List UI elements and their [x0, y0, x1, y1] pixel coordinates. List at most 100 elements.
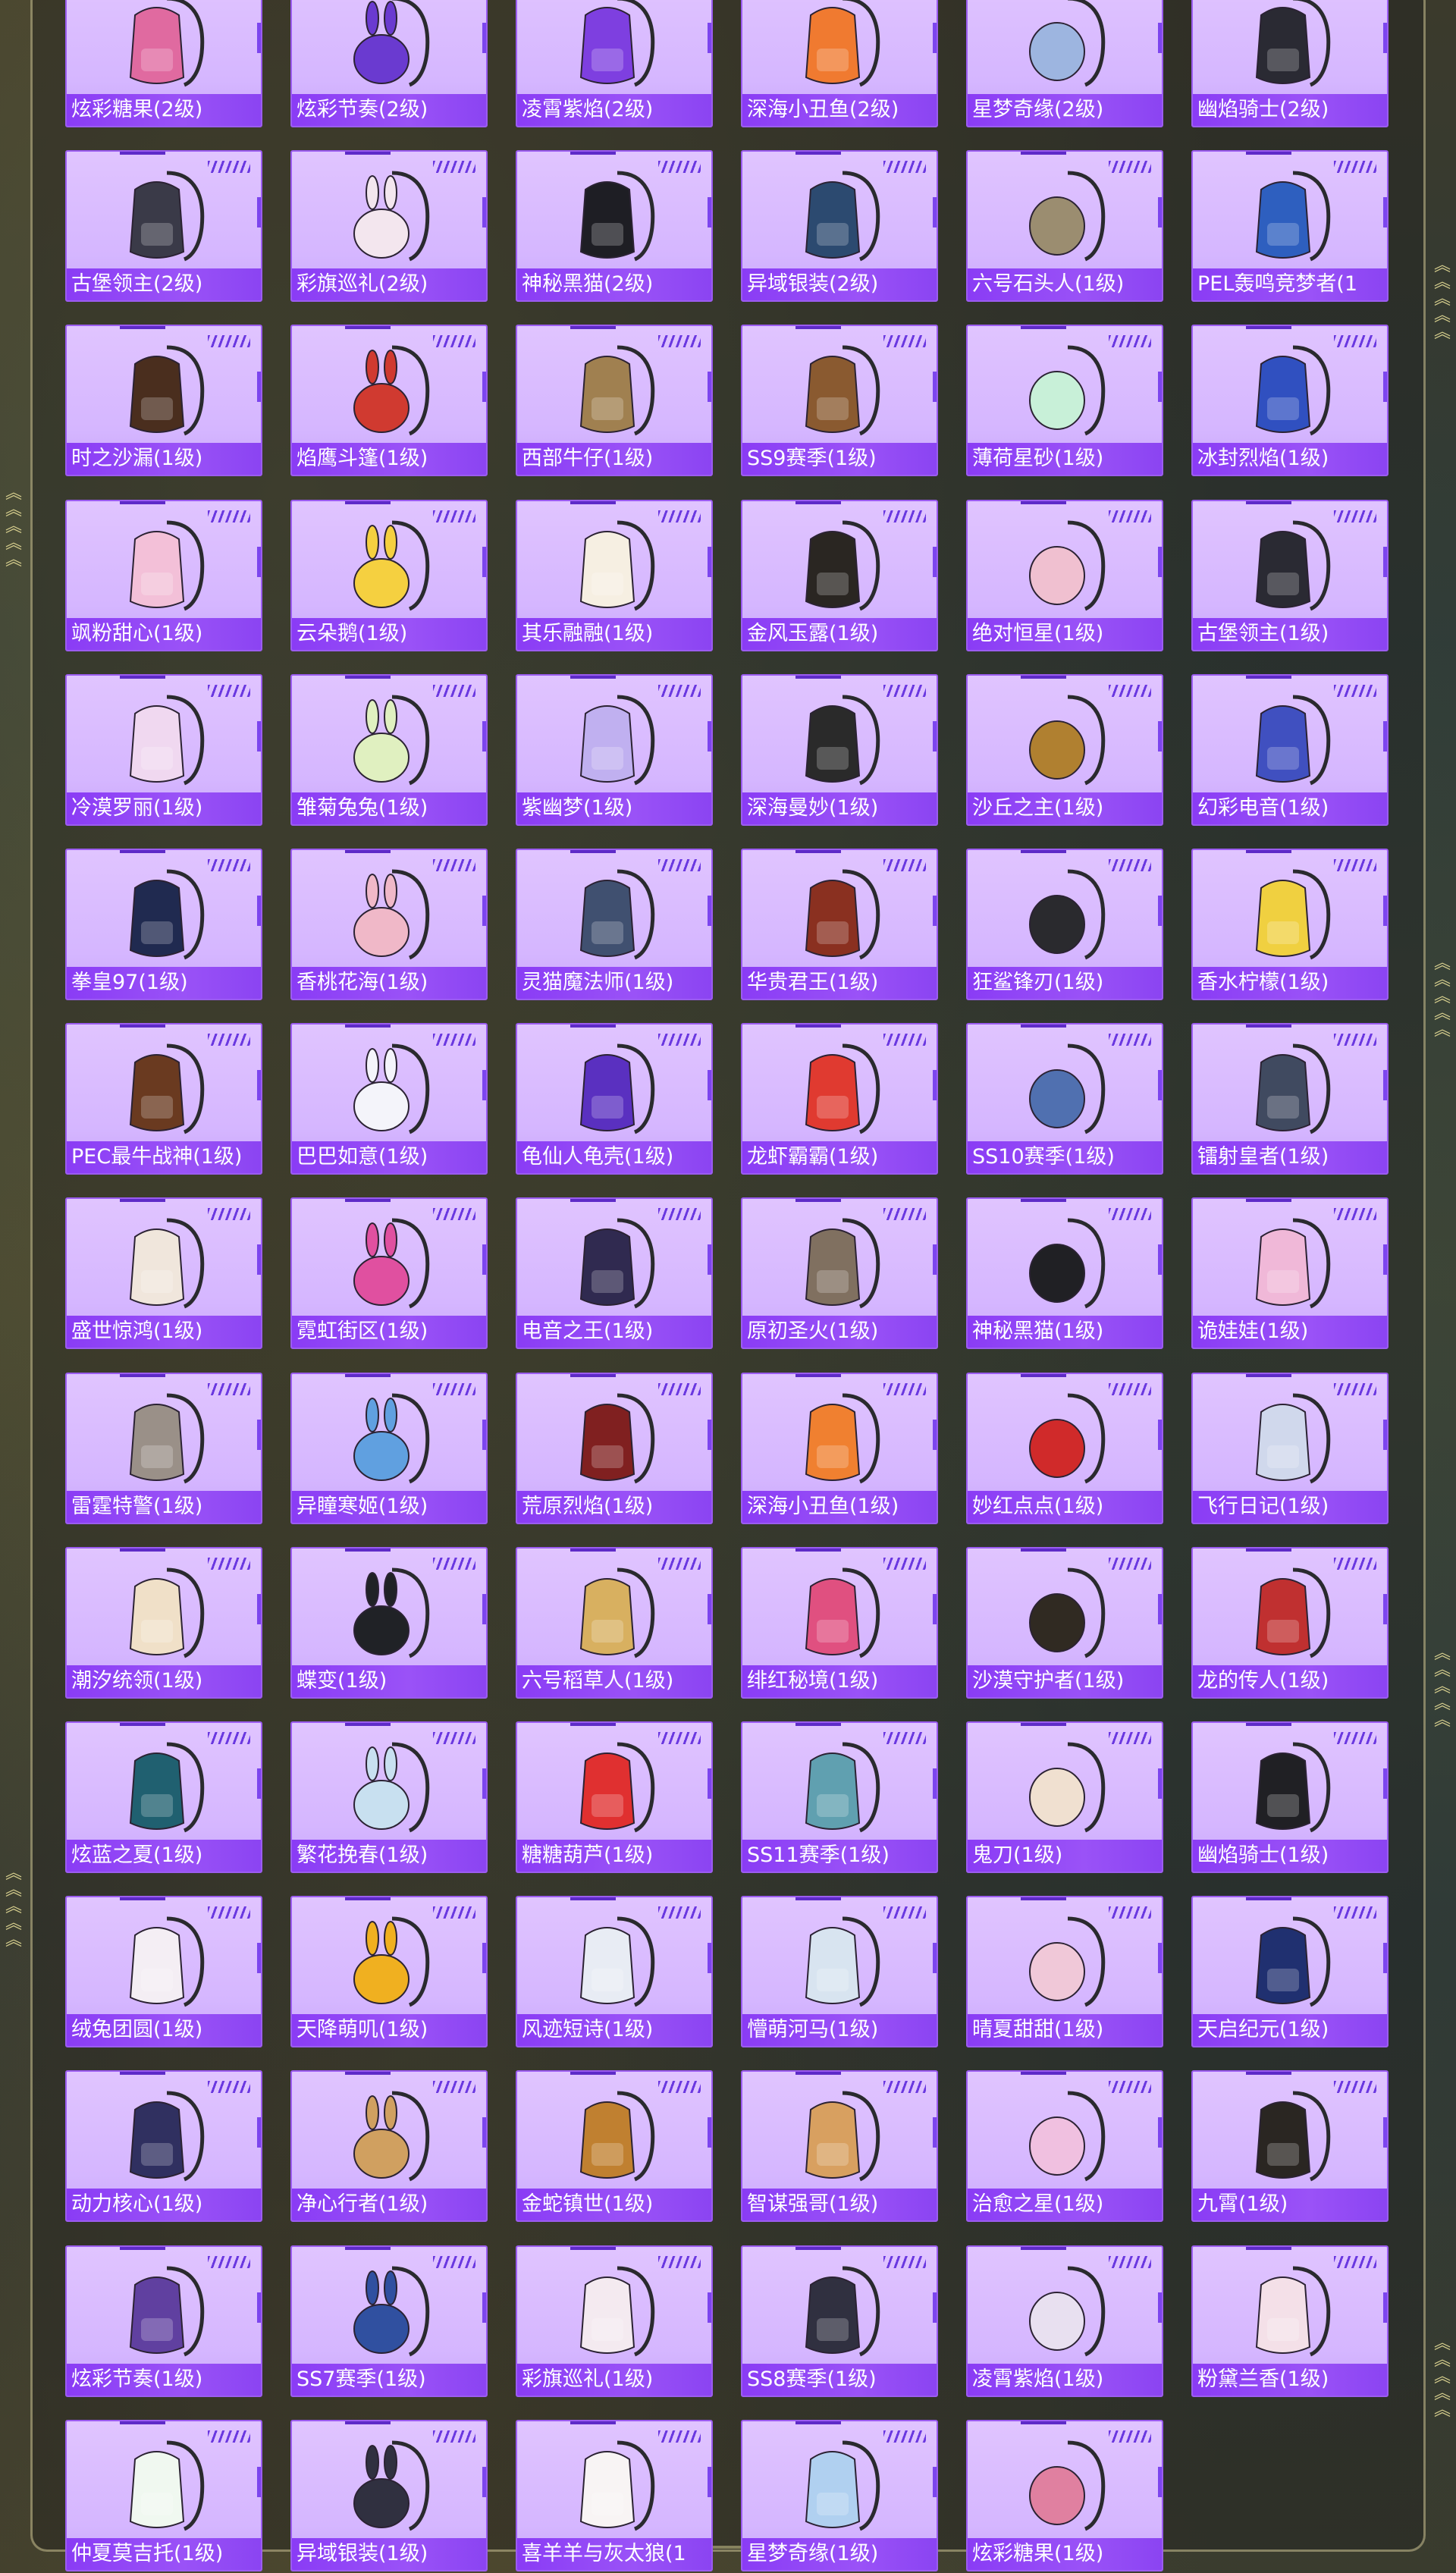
backpack-card[interactable]: SS7赛季(1级)	[290, 2245, 488, 2397]
backpack-card[interactable]: 凌霄紫焰(2级)	[516, 0, 713, 127]
backpack-card[interactable]: 晴夏甜甜(1级)	[966, 1896, 1163, 2048]
backpack-card[interactable]: 净心行者(1级)	[290, 2070, 488, 2223]
backpack-card[interactable]: 绒兔团圆(1级)	[65, 1896, 262, 2048]
backpack-card[interactable]: 深海曼妙(1级)	[741, 673, 938, 826]
backpack-card[interactable]: 金风玉露(1级)	[741, 499, 938, 651]
backpack-card[interactable]: 异域银装(2级)	[741, 150, 938, 303]
backpack-card[interactable]: 神秘黑猫(2级)	[516, 150, 713, 303]
card-side-marker	[933, 1244, 937, 1276]
backpack-card[interactable]: 妙红点点(1级)	[966, 1372, 1163, 1524]
backpack-card[interactable]: PEC最牛战神(1级)	[65, 1023, 262, 1175]
backpack-card[interactable]: 冷漠罗丽(1级)	[65, 673, 262, 826]
backpack-card[interactable]: 西部牛仔(1级)	[516, 325, 713, 477]
backpack-card[interactable]: 原初圣火(1级)	[741, 1197, 938, 1350]
backpack-card[interactable]: 薄荷星砂(1级)	[966, 325, 1163, 477]
backpack-card[interactable]: 古堡领主(2级)	[65, 150, 262, 303]
backpack-card[interactable]: 绯红秘境(1级)	[741, 1546, 938, 1699]
backpack-name: 潮汐统领(1级)	[67, 1665, 261, 1697]
card-stripe-decoration	[1109, 1557, 1151, 1570]
backpack-card[interactable]: SS8赛季(1级)	[741, 2245, 938, 2397]
backpack-card[interactable]: 冰封烈焰(1级)	[1191, 325, 1389, 477]
backpack-card[interactable]: 华贵君王(1级)	[741, 849, 938, 1000]
backpack-card[interactable]: 焰鹰斗篷(1级)	[290, 325, 488, 477]
backpack-card[interactable]: 神秘黑猫(1级)	[966, 1197, 1163, 1350]
backpack-name: 晴夏甜甜(1级)	[968, 2014, 1162, 2047]
backpack-card[interactable]: 其乐融融(1级)	[516, 499, 713, 651]
backpack-card[interactable]: 天启纪元(1级)	[1191, 1896, 1389, 2048]
backpack-card[interactable]: 潮汐统领(1级)	[65, 1546, 262, 1699]
backpack-card[interactable]: 古堡领主(1级)	[1191, 499, 1389, 651]
backpack-name: 幻彩电音(1级)	[1193, 792, 1387, 824]
backpack-card[interactable]: 鬼刀(1级)	[966, 1721, 1163, 1873]
card-side-marker	[257, 720, 261, 752]
backpack-card[interactable]: 幻彩电音(1级)	[1191, 673, 1389, 826]
backpack-card[interactable]: 镭射皇者(1级)	[1191, 1023, 1389, 1175]
backpack-card[interactable]: 龟仙人龟壳(1级)	[516, 1023, 713, 1175]
backpack-card[interactable]: 沙丘之主(1级)	[966, 673, 1163, 826]
backpack-card[interactable]: 诡娃娃(1级)	[1191, 1197, 1389, 1350]
backpack-card[interactable]: 香水柠檬(1级)	[1191, 849, 1389, 1000]
backpack-card[interactable]: 治愈之星(1级)	[966, 2070, 1163, 2223]
backpack-icon	[805, 345, 880, 436]
backpack-card[interactable]: 巴巴如意(1级)	[290, 1023, 488, 1175]
backpack-card[interactable]: 深海小丑鱼(1级)	[741, 1372, 938, 1524]
backpack-card[interactable]: 糖糖葫芦(1级)	[516, 1721, 713, 1873]
backpack-card[interactable]: 沙漠守护者(1级)	[966, 1546, 1163, 1699]
backpack-card[interactable]: 飞行日记(1级)	[1191, 1372, 1389, 1524]
backpack-card[interactable]: 拳皇97(1级)	[65, 849, 262, 1000]
backpack-card[interactable]: SS11赛季(1级)	[741, 1721, 938, 1873]
backpack-card[interactable]: 荒原烈焰(1级)	[516, 1372, 713, 1524]
backpack-card[interactable]: 繁花挽春(1级)	[290, 1721, 488, 1873]
backpack-card[interactable]: 蝶变(1级)	[290, 1546, 488, 1699]
backpack-card[interactable]: 动力核心(1级)	[65, 2070, 262, 2223]
backpack-card[interactable]: 绝对恒星(1级)	[966, 499, 1163, 651]
backpack-card[interactable]: 盛世惊鸿(1级)	[65, 1197, 262, 1350]
backpack-card[interactable]: 懵萌河马(1级)	[741, 1896, 938, 2048]
backpack-card[interactable]: 炫蓝之夏(1级)	[65, 1721, 262, 1873]
backpack-card[interactable]: 幽焰骑士(1级)	[1191, 1721, 1389, 1873]
backpack-card[interactable]: 粉黛兰香(1级)	[1191, 2245, 1389, 2397]
backpack-card[interactable]: 深海小丑鱼(2级)	[741, 0, 938, 127]
backpack-card[interactable]: 雷霆特警(1级)	[65, 1372, 262, 1524]
backpack-card[interactable]: PEL轰鸣竞梦者(1	[1191, 150, 1389, 303]
backpack-card[interactable]: SS9赛季(1级)	[741, 325, 938, 477]
backpack-card[interactable]: 雏菊兔兔(1级)	[290, 673, 488, 826]
backpack-card[interactable]: 星梦奇缘(2级)	[966, 0, 1163, 127]
backpack-card[interactable]: 龙的传人(1级)	[1191, 1546, 1389, 1699]
backpack-card[interactable]: 六号石头人(1级)	[966, 150, 1163, 303]
backpack-card[interactable]: 霓虹街区(1级)	[290, 1197, 488, 1350]
backpack-card[interactable]: 灵猫魔法师(1级)	[516, 849, 713, 1000]
backpack-card[interactable]: 炫彩节奏(2级)	[290, 0, 488, 127]
backpack-card[interactable]: 狂鲨锋刃(1级)	[966, 849, 1163, 1000]
backpack-card[interactable]: 炫彩糖果(2级)	[65, 0, 262, 127]
backpack-card[interactable]: 炫彩糖果(1级)	[966, 2419, 1163, 2571]
backpack-card[interactable]: 星梦奇缘(1级)	[741, 2419, 938, 2571]
backpack-card[interactable]: 喜羊羊与灰太狼(1	[516, 2419, 713, 2571]
backpack-card[interactable]: 智谋强哥(1级)	[741, 2070, 938, 2223]
backpack-card[interactable]: 天降萌叽(1级)	[290, 1896, 488, 2048]
backpack-card[interactable]: 金蛇镇世(1级)	[516, 2070, 713, 2223]
backpack-card[interactable]: SS10赛季(1级)	[966, 1023, 1163, 1175]
backpack-card[interactable]: 九霄(1级)	[1191, 2070, 1389, 2223]
backpack-name: 狂鲨锋刃(1级)	[968, 967, 1162, 999]
backpack-card[interactable]: 紫幽梦(1级)	[516, 673, 713, 826]
backpack-card[interactable]: 电音之王(1级)	[516, 1197, 713, 1350]
backpack-card[interactable]: 仲夏莫吉托(1级)	[65, 2419, 262, 2571]
backpack-name: 炫蓝之夏(1级)	[67, 1840, 261, 1872]
backpack-card[interactable]: 飒粉甜心(1级)	[65, 499, 262, 651]
backpack-card[interactable]: 凌霄紫焰(1级)	[966, 2245, 1163, 2397]
backpack-card[interactable]: 异瞳寒姬(1级)	[290, 1372, 488, 1524]
backpack-card[interactable]: 幽焰骑士(2级)	[1191, 0, 1389, 127]
backpack-card[interactable]: 炫彩节奏(1级)	[65, 2245, 262, 2397]
backpack-card[interactable]: 六号稻草人(1级)	[516, 1546, 713, 1699]
card-stripe-decoration	[883, 1382, 926, 1395]
backpack-card[interactable]: 彩旗巡礼(2级)	[290, 150, 488, 303]
backpack-card[interactable]: 香桃花海(1级)	[290, 849, 488, 1000]
backpack-card[interactable]: 彩旗巡礼(1级)	[516, 2245, 713, 2397]
backpack-card[interactable]: 异域银装(1级)	[290, 2419, 488, 2571]
backpack-card[interactable]: 龙虾霸霸(1级)	[741, 1023, 938, 1175]
card-stripe-decoration	[883, 1906, 926, 1919]
backpack-card[interactable]: 风迹短诗(1级)	[516, 1896, 713, 2048]
backpack-card[interactable]: 云朵鹅(1级)	[290, 499, 488, 651]
backpack-card[interactable]: 时之沙漏(1级)	[65, 325, 262, 477]
